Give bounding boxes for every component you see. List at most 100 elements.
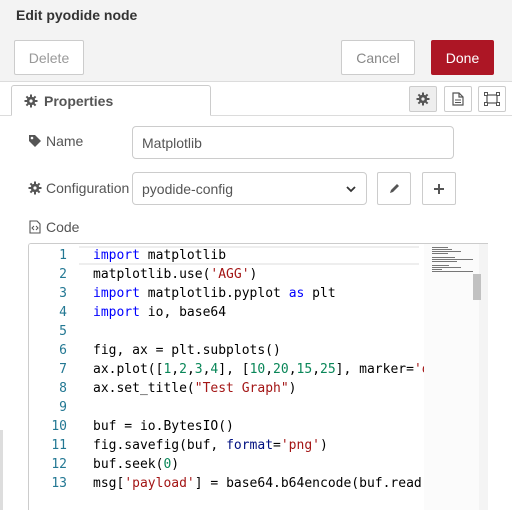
tab-properties[interactable]: Properties [11,85,211,116]
code-token: = [273,438,281,453]
code-line[interactable]: 6 fig, ax = plt.subplots() [29,341,488,360]
line-number: 11 [51,438,67,453]
minimap-line [432,247,449,248]
minimap-line [432,251,462,252]
line-number: 1 [59,248,67,263]
code-line[interactable]: 9 [29,398,488,417]
gear-icon [416,92,430,106]
minimap[interactable] [424,244,479,510]
appearance-tab-button[interactable] [478,86,506,112]
code-token: ], [ [218,362,250,377]
code-token: format [226,438,274,453]
tray-title: Edit pyodide node [16,7,138,23]
code-token: ) [320,438,328,453]
done-button[interactable]: Done [431,40,494,75]
code-label-text: Code [46,219,80,235]
delete-button[interactable]: Delete [14,40,84,75]
code-token: import [93,286,140,301]
code-token: ax.set_title( [93,381,195,396]
code-line[interactable]: 2 matplotlib.use('AGG') [29,265,488,284]
line-number: 3 [59,286,67,301]
pencil-icon [388,183,400,195]
code-token: 'png' [280,438,320,453]
tag-icon [28,134,42,148]
minimap-line [432,253,449,254]
line-number: 2 [59,267,67,282]
code-token: as [288,286,305,301]
code-line[interactable]: 10 buf = io.BytesIO() [29,417,488,436]
line-number: 9 [59,400,67,415]
tab-properties-label: Properties [44,92,114,109]
line-number: 5 [59,324,67,339]
minimap-line [432,249,452,250]
code-token: msg[ [93,476,125,491]
plus-icon [433,183,445,195]
line-number: 10 [51,419,67,434]
code-token: fig, ax = plt.subplots() [93,343,281,358]
code-line[interactable]: 11 fig.savefig(buf, format='png') [29,436,488,455]
cancel-button[interactable]: Cancel [341,40,415,75]
name-input[interactable]: Matplotlib [132,126,454,159]
name-label: Name [28,133,83,149]
code-text: ax.plot([1,2,3,4], [10,20,15,25], marker… [93,360,430,379]
line-number: 4 [59,305,67,320]
code-token: 25 [320,362,336,377]
minimap-line [432,267,461,268]
code-token: 'AGG' [210,267,250,282]
code-line[interactable]: 13 msg['payload'] = base64.b64encode(buf.… [29,474,488,493]
line-number: 6 [59,343,67,358]
code-line[interactable]: 4 import io, base64 [29,303,488,322]
minimap-line [432,261,457,262]
code-text: ax.set_title("Test Graph") [93,379,297,398]
code-token: 3 [194,362,203,377]
configuration-select[interactable]: pyodide-config [132,172,367,205]
line-number: 12 [51,457,67,472]
minimap-line [432,257,455,258]
code-text: buf.seek(0) [93,455,179,474]
code-token: 20 [273,362,289,377]
code-token: buf.seek( [93,457,164,472]
code-token: matplotlib.use( [93,267,211,282]
code-token: buf = io.BytesIO() [93,419,234,434]
code-line[interactable]: 7 ax.plot([1,2,3,4], [10,20,15,25], marke… [29,360,488,379]
code-token: ) [171,457,180,472]
chevron-down-icon [345,183,357,195]
code-text: fig.savefig(buf, format='png') [93,436,328,455]
gear-icon [28,181,42,195]
code-token: , [265,362,274,377]
code-line[interactable]: 12 buf.seek(0) [29,455,488,474]
code-line[interactable]: 3 import matplotlib.pyplot as plt [29,284,488,303]
code-text: import io, base64 [93,303,226,322]
vertical-scrollbar[interactable] [473,274,481,300]
code-token: import [93,248,140,263]
code-token: ) [288,381,297,396]
code-editor[interactable]: 1 import matplotlib 2 matplotlib.use('AGG')… [28,243,488,510]
edit-config-button[interactable] [377,172,411,205]
configuration-label-text: Configuration [46,180,130,196]
tray-header: Edit pyodide node Delete Cancel Done [0,0,512,82]
code-line[interactable]: 1 import matplotlib [29,246,488,265]
code-token: import [93,305,140,320]
minimap-line [432,265,450,266]
code-line[interactable]: 8 ax.set_title("Test Graph") [29,379,488,398]
line-number: 7 [59,362,67,377]
gear-icon [24,94,38,108]
code-token: ) [249,267,258,282]
code-line[interactable]: 5 [29,322,488,341]
code-token: matplotlib [139,248,227,263]
settings-tab-button[interactable] [409,86,437,112]
code-text: matplotlib.use('AGG') [93,265,257,284]
code-text: import matplotlib [93,246,226,265]
code-token: 15 [296,362,313,377]
code-label: Code [28,219,79,235]
code-text: import matplotlib.pyplot as plt [93,284,336,303]
resize-handle[interactable] [0,430,3,510]
add-config-button[interactable] [422,172,456,205]
code-text: fig, ax = plt.subplots() [93,341,281,360]
description-tab-button[interactable] [444,86,472,112]
code-token: io, base64 [139,305,227,320]
minimap-line [432,271,473,272]
code-token: fig.savefig(buf, [93,438,227,453]
line-number: 13 [51,476,67,491]
code-token: , [288,362,297,377]
